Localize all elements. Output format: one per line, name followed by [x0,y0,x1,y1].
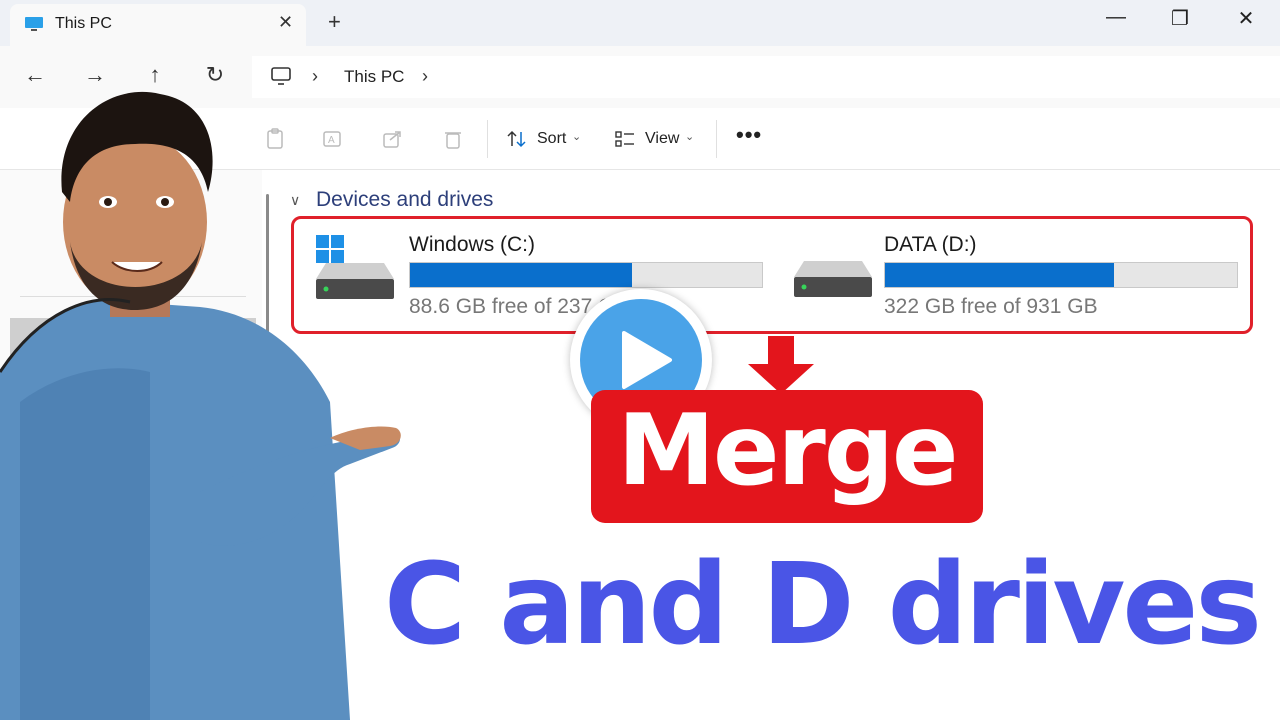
new-tab-button[interactable]: + [328,9,341,35]
chevron-down-icon[interactable]: ⌄ [572,130,581,143]
toolbar-divider [487,120,488,158]
merge-banner: Merge [591,390,983,523]
drive-usage-bar [884,262,1238,288]
more-options-button[interactable]: ••• [736,122,762,148]
close-tab-icon[interactable]: ✕ [278,12,293,33]
drive-name[interactable]: Windows (C:) [409,233,535,257]
view-icon[interactable] [614,128,636,150]
delete-icon[interactable] [442,128,464,150]
chevron-right-icon[interactable]: › [422,66,428,87]
merge-label: Merge [617,394,959,508]
headline: C and D drives [384,540,1262,670]
close-window-button[interactable]: ✕ [1226,6,1266,31]
sort-icon[interactable] [506,128,528,150]
drive-usage-fill [885,263,1114,287]
chevron-down-icon[interactable]: ⌄ [685,130,694,143]
arrow-down-icon [748,336,814,394]
presenter-illustration [0,91,401,720]
minimize-button[interactable]: — [1096,6,1136,29]
drive-usage-bar [409,262,763,288]
tab-title: This PC [55,15,112,32]
view-button[interactable]: View [645,130,679,148]
monitor-icon [25,17,43,31]
toolbar-divider [716,120,717,158]
drive-icon [794,261,872,297]
play-icon [622,331,672,389]
title-bar: This PC ✕ + — ❐ ✕ [0,0,1280,46]
tab-this-pc[interactable]: This PC ✕ [10,4,306,46]
maximize-button[interactable]: ❐ [1160,6,1200,31]
drive-free-space: 322 GB free of 931 GB [884,295,1098,318]
drive-usage-fill [410,263,632,287]
sort-button[interactable]: Sort [537,130,566,148]
drive-name[interactable]: DATA (D:) [884,233,977,257]
thumbnail: This PC ✕ + — ❐ ✕ ← → ↑ ↻ › This PC › A … [0,0,1280,720]
drives-highlight-box: Windows (C:) 88.6 GB free of 237 GB DATA… [291,216,1253,334]
